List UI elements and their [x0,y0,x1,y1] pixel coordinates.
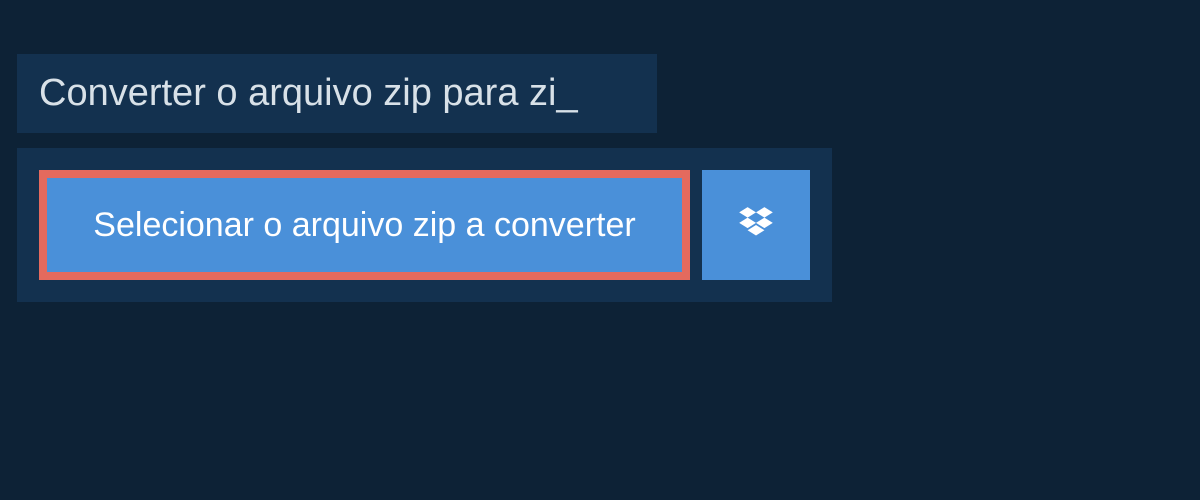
select-file-button[interactable]: Selecionar o arquivo zip a converter [39,170,690,280]
page-title: Converter o arquivo zip para zi_ [39,72,578,114]
dropbox-button[interactable] [702,170,810,280]
select-file-button-label: Selecionar o arquivo zip a converter [93,206,635,245]
title-bar: Converter o arquivo zip para zi_ [17,54,657,133]
converter-panel: Selecionar o arquivo zip a converter [17,148,832,302]
dropbox-icon [735,204,777,246]
